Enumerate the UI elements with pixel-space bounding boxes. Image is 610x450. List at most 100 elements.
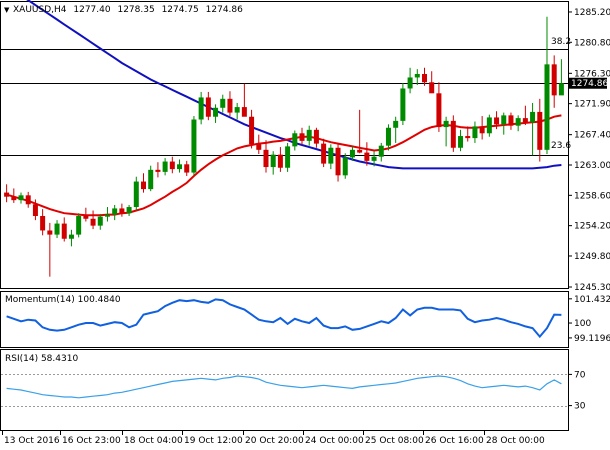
candle-bear — [364, 152, 370, 161]
price-axis-label: 1254.20 — [574, 222, 610, 232]
candle-bear — [321, 143, 327, 164]
candle-bull — [213, 107, 219, 117]
candle-bull — [400, 88, 406, 121]
candle-bull — [292, 133, 298, 147]
price-axis-label: 1267.40 — [574, 131, 610, 141]
candle-bull — [162, 161, 168, 172]
candle-bull — [126, 207, 132, 214]
candle-bear — [429, 82, 435, 94]
time-axis-label: 20 Oct 20:00 — [245, 436, 304, 446]
candle-bull — [486, 117, 492, 134]
sma-slow-line — [26, 0, 562, 170]
rsi-pane-frame — [0, 349, 569, 431]
candle-bear — [551, 64, 557, 96]
chart-canvas: 1285.201280.801276.301271.901267.401263.… — [0, 0, 610, 446]
candle-bull — [414, 74, 420, 78]
current-price-label: 1274.86 — [571, 79, 608, 89]
candle-bear — [83, 216, 89, 219]
candle-bull — [472, 126, 478, 139]
candle-bull — [104, 214, 110, 217]
candle-bear — [450, 120, 456, 148]
price-axis-label: 1271.90 — [574, 100, 610, 110]
candle-bear — [508, 115, 514, 126]
candle-bear — [299, 133, 305, 141]
candle-bear — [263, 149, 269, 168]
candle-bull — [54, 223, 60, 235]
candle-bear — [313, 129, 319, 144]
ohlc-open: 1277.40 — [73, 5, 110, 15]
candle-bull — [385, 127, 391, 146]
candle-bull — [133, 181, 139, 208]
candle-bull — [112, 208, 118, 215]
candle-bear — [141, 181, 146, 190]
momentum-axis-label: 100 — [574, 319, 591, 329]
candle-bull — [270, 154, 276, 168]
candle-bear — [155, 169, 161, 172]
candle-bear — [11, 196, 17, 201]
candle-bear — [479, 126, 485, 134]
candle-bull — [530, 111, 536, 123]
candle-bull — [544, 64, 550, 150]
fib-38-label: 38.2 — [551, 37, 571, 47]
sma-fast-line — [6, 114, 562, 217]
candle-bear — [4, 192, 10, 197]
price-axis-label: 1245.30 — [574, 283, 610, 293]
time-axis-label: 28 Oct 00:00 — [486, 436, 545, 446]
candle-bull — [220, 98, 226, 108]
ohlc-close: 1274.86 — [206, 5, 243, 15]
time-axis-label: 18 Oct 04:00 — [124, 436, 183, 446]
candle-bull — [97, 216, 103, 226]
ohlc-high: 1278.35 — [117, 5, 154, 15]
candle-bull — [378, 145, 384, 157]
candle-bull — [76, 216, 82, 235]
candle-bear — [335, 147, 341, 176]
ohlc-low: 1274.75 — [162, 5, 199, 15]
candle-bull — [68, 234, 74, 239]
time-axis-label: 16 Oct 23:00 — [62, 436, 121, 446]
time-axis-label: 24 Oct 00:00 — [305, 436, 364, 446]
rsi-axis-label: 30 — [574, 402, 586, 412]
momentum-title: Momentum(14) 100.4840 — [5, 295, 121, 305]
candle-bear — [184, 164, 190, 173]
collapse-triangle-icon[interactable]: ▼ — [4, 6, 10, 14]
candle-bull — [371, 156, 377, 161]
momentum-axis-label: 99.1196 — [574, 334, 610, 344]
price-pane-title: XAUUSD,H4 1277.40 1278.35 1274.75 1274.8… — [13, 5, 243, 15]
candle-bull — [558, 83, 564, 96]
candle-bull — [177, 164, 183, 170]
candle-bear — [422, 74, 427, 83]
time-axis-label: 13 Oct 2016 — [4, 436, 60, 446]
price-axis-label: 1263.00 — [574, 161, 610, 171]
rsi-axis-label: 70 — [574, 370, 586, 380]
candle-bear — [436, 93, 442, 128]
candle-bear — [25, 195, 31, 205]
candle-bull — [191, 119, 197, 173]
candle-bull — [349, 149, 355, 158]
price-axis-label: 1258.60 — [574, 191, 610, 201]
candle-bull — [443, 120, 449, 128]
time-axis-label: 19 Oct 12:00 — [184, 436, 243, 446]
price-axis-label: 1285.20 — [574, 8, 610, 18]
candle-bear — [256, 144, 262, 150]
candle-bull — [198, 97, 204, 120]
candle-bear — [169, 161, 175, 170]
candle-bear — [241, 107, 247, 117]
candle-bull — [18, 195, 24, 201]
candle-bear — [537, 111, 543, 150]
candle-bear — [227, 98, 233, 113]
candle-bear — [465, 136, 471, 139]
price-pane-frame — [0, 1, 569, 289]
candle-bear — [249, 116, 255, 145]
candle-bear — [32, 204, 38, 216]
price-axis-label: 1249.80 — [574, 252, 610, 262]
candle-bear — [522, 118, 528, 123]
candle-bull — [501, 115, 507, 125]
fib-23-label: 23.6 — [551, 141, 571, 151]
candle-bull — [393, 120, 399, 128]
candle-bull — [148, 169, 154, 190]
candle-bear — [61, 223, 67, 239]
candle-bear — [90, 218, 96, 226]
time-axis-label: 25 Oct 08:00 — [365, 436, 424, 446]
candle-bear — [47, 230, 53, 235]
momentum-axis-label: 101.4329 — [574, 295, 610, 305]
